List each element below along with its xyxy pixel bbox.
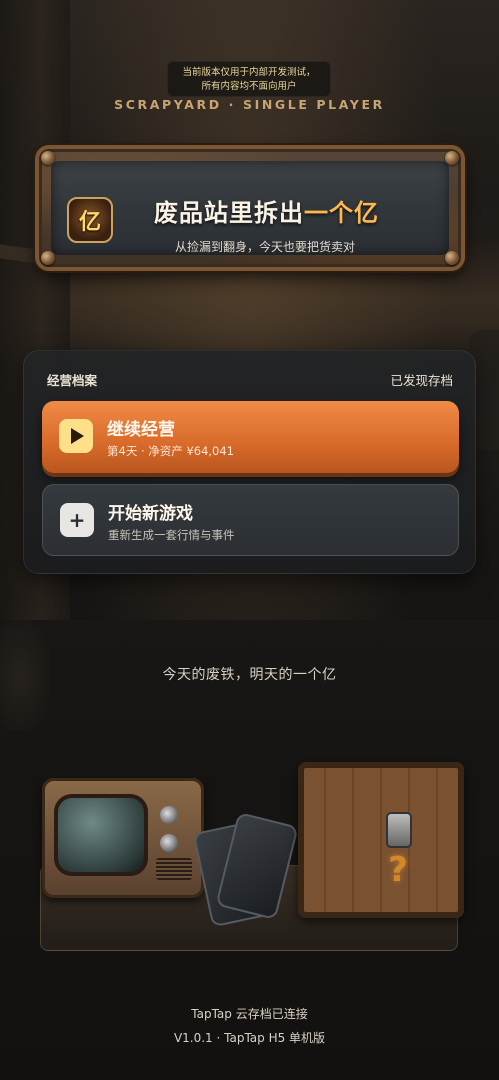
game-title-main: 废品站里拆出 <box>154 199 304 227</box>
tv-speaker-grill <box>156 858 192 880</box>
new-game-button-label: 开始新游戏 <box>108 504 193 524</box>
game-subtitle: 从捡漏到翻身，今天也要把货卖对 <box>175 240 356 254</box>
bolt-icon <box>41 151 55 165</box>
retro-tv-image <box>42 778 204 898</box>
bolt-icon <box>445 151 459 165</box>
question-mark-icon: ? <box>388 850 408 890</box>
game-mode-label: SCRAPYARD · SINGLE PLAYER <box>114 97 385 112</box>
tv-knob-icon <box>160 806 178 824</box>
cloud-save-status: TapTap 云存档已连接 <box>191 1007 308 1021</box>
save-panel: 经营档案 已发现存档 继续经营 第4天 · 净资产 ¥64,041 + 开始新游… <box>23 350 476 574</box>
continue-button-subtitle: 第4天 · 净资产 ¥64,041 <box>107 444 234 458</box>
app-logo-icon: 亿 <box>67 197 113 243</box>
save-panel-title: 经营档案 <box>47 373 98 388</box>
version-label: V1.0.1 · TapTap H5 单机版 <box>173 1031 326 1045</box>
new-game-button[interactable]: + 开始新游戏 重新生成一套行情与事件 <box>42 484 459 556</box>
tagline: 今天的废铁，明天的一个亿 <box>162 667 337 683</box>
save-status: 已发现存档 <box>390 373 453 388</box>
new-game-button-subtitle: 重新生成一套行情与事件 <box>108 528 235 542</box>
title-sign: 亿 废品站里拆出一个亿 从捡漏到翻身，今天也要把货卖对 <box>35 145 465 271</box>
plus-icon: + <box>60 503 94 537</box>
game-title: 废品站里拆出一个亿 <box>154 193 439 228</box>
padlock-icon <box>386 812 412 848</box>
dev-notice-line-1: 当前版本仅用于内部开发测试， <box>182 67 316 78</box>
mystery-crate-image: ? <box>298 762 464 918</box>
dev-notice: 当前版本仅用于内部开发测试， 所有内容均不面向用户 <box>167 61 331 97</box>
continue-button-label: 继续经营 <box>107 420 175 440</box>
sign-plate: 亿 废品站里拆出一个亿 从捡漏到翻身，今天也要把货卖对 <box>51 161 449 255</box>
continue-button[interactable]: 继续经营 第4天 · 净资产 ¥64,041 <box>42 401 459 473</box>
play-icon <box>59 419 93 453</box>
dev-notice-line-2: 所有内容均不面向用户 <box>201 81 297 92</box>
bolt-icon <box>41 251 55 265</box>
tv-knob-icon <box>160 834 178 852</box>
tv-screen <box>54 794 148 876</box>
game-title-highlight: 一个亿 <box>304 199 379 227</box>
bolt-icon <box>445 251 459 265</box>
